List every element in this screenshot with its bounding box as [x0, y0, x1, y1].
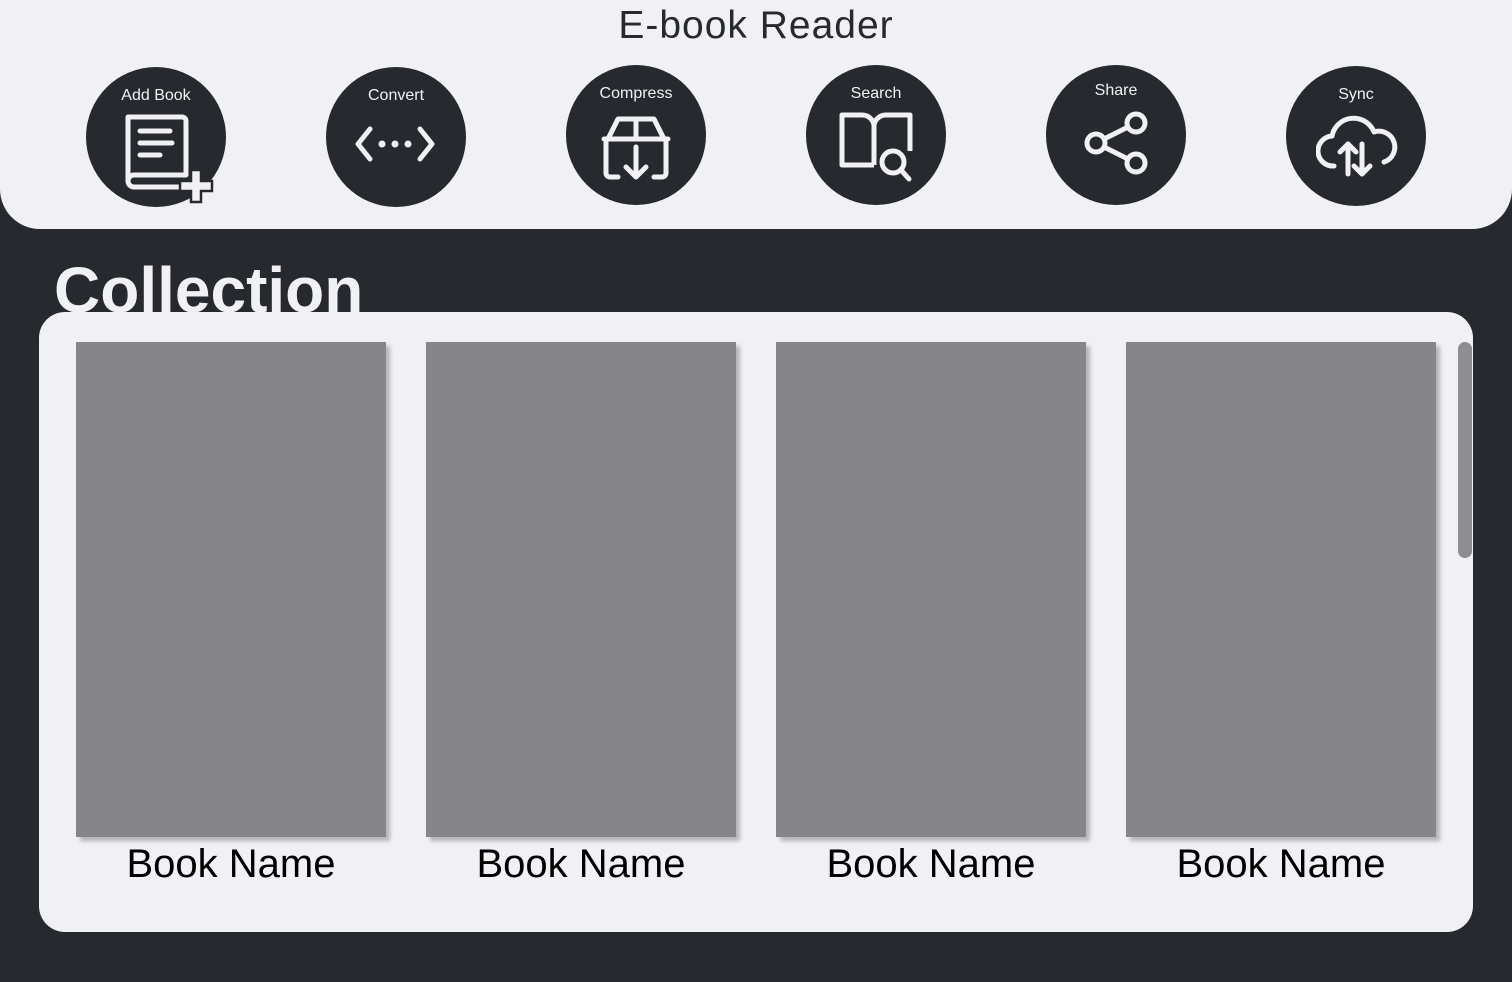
- header: E-book Reader Add Book Convert Compress: [0, 0, 1512, 229]
- collection-panel: Book Name Book Name Book Name Book Name: [39, 312, 1473, 932]
- book-card[interactable]: Book Name: [426, 342, 736, 889]
- compress-label: Compress: [599, 85, 673, 102]
- add-book-label: Add Book: [121, 87, 191, 104]
- cloud-sync-icon: [1316, 115, 1398, 177]
- book-cover[interactable]: [426, 342, 736, 837]
- share-button[interactable]: Share: [1046, 65, 1186, 205]
- compress-icon: [601, 116, 671, 180]
- share-label: Share: [1094, 82, 1138, 99]
- add-book-icon: [125, 114, 214, 204]
- book-cover[interactable]: [76, 342, 386, 837]
- sync-label: Sync: [1338, 86, 1374, 103]
- book-name: Book Name: [1176, 842, 1386, 886]
- scrollbar-thumb[interactable]: [1458, 342, 1472, 558]
- book-card[interactable]: Book Name: [76, 342, 386, 889]
- convert-label: Convert: [367, 87, 425, 104]
- app-title: E-book Reader: [618, 4, 894, 47]
- convert-icon: [355, 126, 435, 162]
- share-icon: [1084, 111, 1148, 175]
- sync-button[interactable]: Sync: [1286, 66, 1426, 206]
- search-book-icon: [839, 112, 913, 182]
- compress-button[interactable]: Compress: [566, 65, 706, 205]
- search-button[interactable]: Search: [806, 65, 946, 205]
- book-card[interactable]: Book Name: [776, 342, 1086, 889]
- book-card[interactable]: Book Name: [1126, 342, 1436, 889]
- search-label: Search: [850, 85, 902, 102]
- book-name: Book Name: [126, 842, 336, 886]
- add-book-button[interactable]: Add Book: [86, 67, 226, 207]
- book-name: Book Name: [476, 842, 686, 886]
- book-cover[interactable]: [776, 342, 1086, 837]
- convert-button[interactable]: Convert: [326, 67, 466, 207]
- book-cover[interactable]: [1126, 342, 1436, 837]
- book-name: Book Name: [826, 842, 1036, 886]
